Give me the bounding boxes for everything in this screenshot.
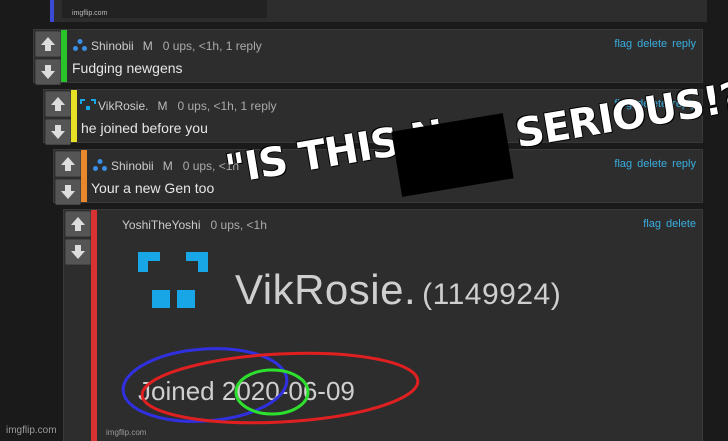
arrow-up-icon: [41, 37, 55, 51]
comment-meta: VikRosie. M 0 ups, <1h, 1 reply: [79, 98, 277, 115]
mod-badge: M: [162, 159, 173, 173]
downvote-button[interactable]: [45, 119, 71, 145]
comment-stats: 0 ups, <1h: [210, 218, 267, 232]
mod-badge: M: [142, 39, 153, 53]
thread-bar: [61, 30, 67, 82]
comment-meta: YoshiTheYoshi 0 ups, <1h: [122, 218, 267, 232]
username-link[interactable]: Shinobii: [91, 39, 134, 53]
comment: Shinobii M 0 ups, <1h flag delete reply Your…: [53, 149, 703, 205]
mod-badge: M: [157, 99, 168, 113]
comment: VikRosie. M 0 ups, <1h, 1 reply flag delete…: [43, 89, 703, 145]
watermark: imgflip.com: [72, 10, 108, 17]
thread-bar: [71, 90, 77, 142]
vote-controls: [55, 151, 81, 207]
upvote-button[interactable]: [55, 151, 81, 177]
flag-link[interactable]: flag: [614, 98, 632, 110]
reply-link[interactable]: reply: [672, 158, 696, 170]
scribble-circles: [121, 347, 420, 425]
username-link[interactable]: Shinobii: [111, 159, 154, 173]
thread-bar: [91, 210, 97, 441]
embed-watermark: imgflip.com: [106, 428, 147, 437]
delete-link[interactable]: delete: [637, 38, 667, 50]
comment-stats: 0 ups, <1h: [182, 159, 240, 173]
arrow-up-icon: [51, 97, 65, 111]
arrow-down-icon: [41, 65, 55, 79]
flag-link[interactable]: flag: [614, 158, 632, 170]
comment: Shinobii M 0 ups, <1h, 1 reply flag delete r…: [33, 29, 703, 85]
downvote-button[interactable]: [35, 59, 61, 85]
vote-controls: [45, 91, 71, 147]
comment-actions: flag delete reply: [609, 158, 696, 170]
arrow-down-icon: [51, 125, 65, 139]
comment-actions: flag delete reply: [609, 98, 696, 110]
arrow-down-icon: [61, 185, 75, 199]
comment-stats: 0 ups, <1h, 1 reply: [162, 39, 262, 53]
previous-comment-image: imgflip.com: [62, 0, 267, 18]
comment-meta: Shinobii M 0 ups, <1h, 1 reply: [72, 38, 262, 55]
user-avatar-icon: [79, 98, 97, 115]
flag-link[interactable]: flag: [643, 218, 661, 230]
comment-actions: flag delete reply: [609, 38, 696, 50]
previous-comment-fragment: imgflip.com: [50, 0, 707, 22]
arrow-down-icon: [71, 245, 85, 259]
reply-link[interactable]: reply: [672, 98, 696, 110]
comment-meta: Shinobii M 0 ups, <1h: [92, 158, 239, 175]
downvote-button[interactable]: [55, 179, 81, 205]
user-avatar-icon: [72, 38, 88, 55]
embedded-username: VikRosie. (1149924): [235, 266, 561, 314]
upvote-button[interactable]: [65, 211, 91, 237]
downvote-button[interactable]: [65, 239, 91, 265]
arrow-up-icon: [71, 217, 85, 231]
upvote-button[interactable]: [45, 91, 71, 117]
embedded-username-text: VikRosie.: [235, 266, 417, 313]
delete-link[interactable]: delete: [637, 158, 667, 170]
thread-bar: [81, 150, 87, 202]
user-id-icon: [138, 252, 208, 308]
comment-text: Your a new Gen too: [91, 180, 215, 196]
vote-controls: [35, 31, 61, 87]
reply-link[interactable]: reply: [672, 38, 696, 50]
arrow-up-icon: [61, 157, 75, 171]
comment-stats: 0 ups, <1h, 1 reply: [177, 99, 277, 113]
embedded-user-id: (1149924): [422, 278, 562, 311]
imgflip-watermark: imgflip.com: [6, 425, 57, 436]
comment-text: Fudging newgens: [72, 60, 183, 76]
username-link[interactable]: YoshiTheYoshi: [122, 218, 201, 232]
flag-link[interactable]: flag: [614, 38, 632, 50]
delete-link[interactable]: delete: [666, 218, 696, 230]
comment-actions: flag delete: [638, 218, 696, 230]
username-link[interactable]: VikRosie.: [98, 99, 148, 113]
upvote-button[interactable]: [35, 31, 61, 57]
user-avatar-icon: [92, 158, 108, 175]
vote-controls: [65, 211, 91, 267]
comment-text: he joined before you: [81, 120, 208, 136]
delete-link[interactable]: delete: [637, 98, 667, 110]
